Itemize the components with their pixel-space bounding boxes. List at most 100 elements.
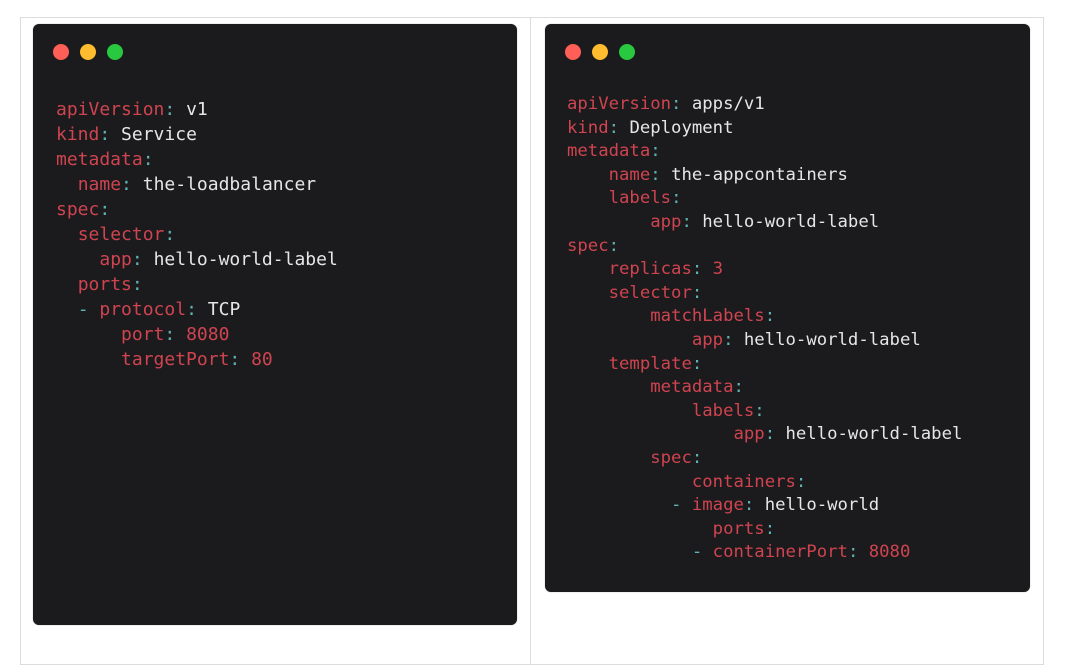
colon: : bbox=[671, 188, 682, 209]
yaml-value: hello-world-label bbox=[785, 424, 963, 445]
colon: : bbox=[764, 306, 776, 327]
maximize-dot-icon bbox=[619, 44, 635, 60]
colon: : bbox=[723, 329, 734, 350]
yaml-key: ports bbox=[712, 518, 765, 539]
code-line: apiVersion: v1 bbox=[56, 97, 338, 122]
close-dot-icon bbox=[565, 44, 581, 60]
yaml-key: name bbox=[608, 164, 651, 185]
close-dot-icon bbox=[53, 44, 69, 60]
service-yaml-code: apiVersion: v1 kind: Service metadata: nam… bbox=[56, 97, 338, 372]
yaml-key: apiVersion bbox=[56, 99, 165, 120]
code-line: replicas: 3 bbox=[567, 258, 962, 282]
colon: : bbox=[671, 94, 682, 114]
yaml-value: Deployment bbox=[629, 117, 734, 138]
code-line: labels: bbox=[567, 187, 962, 211]
code-line: app: hello-world-label bbox=[567, 423, 962, 447]
yaml-key: selector bbox=[608, 282, 692, 303]
code-line: port: 8080 bbox=[56, 322, 338, 347]
yaml-value: hello-world bbox=[764, 495, 880, 516]
code-line: metadata: bbox=[567, 376, 962, 400]
window-controls bbox=[53, 44, 123, 60]
code-line: metadata: bbox=[567, 140, 962, 164]
yaml-key: containerPort bbox=[712, 542, 848, 563]
deployment-yaml-code: apiVersion: apps/v1 kind: Deployment metad… bbox=[567, 93, 962, 565]
window-controls bbox=[565, 44, 635, 60]
colon: : bbox=[608, 235, 620, 256]
yaml-key: app bbox=[650, 211, 682, 232]
yaml-value: hello-world-label bbox=[702, 211, 880, 232]
colon: : bbox=[164, 324, 176, 345]
yaml-key: kind bbox=[567, 117, 609, 138]
list-dash: - bbox=[77, 299, 100, 320]
yaml-value: the-loadbalancer bbox=[142, 174, 317, 195]
colon: : bbox=[131, 249, 143, 270]
colon: : bbox=[121, 174, 132, 195]
yaml-key: spec bbox=[567, 235, 609, 256]
minimize-dot-icon bbox=[80, 44, 96, 60]
yaml-key: matchLabels bbox=[650, 306, 765, 327]
code-line: kind: Deployment bbox=[567, 117, 962, 141]
code-line: - protocol: TCP bbox=[56, 297, 338, 322]
code-line: targetPort: 80 bbox=[56, 347, 338, 372]
code-line: selector: bbox=[56, 222, 338, 247]
code-line: name: the-appcontainers bbox=[567, 164, 962, 188]
colon: : bbox=[691, 282, 703, 303]
colon: : bbox=[733, 377, 744, 398]
colon: : bbox=[229, 349, 241, 370]
yaml-value: the-appcontainers bbox=[671, 164, 848, 185]
code-line: app: hello-world-label bbox=[567, 211, 962, 235]
maximize-dot-icon bbox=[107, 44, 123, 60]
yaml-value: TCP bbox=[207, 299, 241, 320]
yaml-key: targetPort bbox=[121, 349, 230, 370]
code-line: app: hello-world-label bbox=[56, 247, 338, 272]
yaml-key: template bbox=[608, 353, 692, 374]
yaml-key: metadata bbox=[567, 141, 651, 162]
code-line: selector: bbox=[567, 282, 962, 306]
colon: : bbox=[164, 99, 176, 120]
yaml-key: image bbox=[691, 495, 744, 516]
colon: : bbox=[743, 495, 755, 516]
colon: : bbox=[691, 447, 703, 468]
yaml-key: spec bbox=[650, 447, 692, 468]
yaml-key: spec bbox=[56, 199, 100, 220]
code-line: metadata: bbox=[56, 147, 338, 172]
code-line: spec: bbox=[56, 197, 338, 222]
colon: : bbox=[681, 211, 692, 232]
yaml-key: selector bbox=[77, 224, 165, 245]
yaml-key: labels bbox=[691, 400, 755, 421]
yaml-value: apps/v1 bbox=[691, 94, 765, 114]
code-line: matchLabels: bbox=[567, 305, 962, 329]
colon: : bbox=[608, 117, 620, 138]
yaml-value: 80 bbox=[251, 349, 273, 370]
yaml-key: containers bbox=[691, 471, 796, 492]
yaml-value: 8080 bbox=[868, 542, 911, 563]
code-line: - image: hello-world bbox=[567, 494, 962, 518]
yaml-key: ports bbox=[77, 274, 132, 295]
code-line: - containerPort: 8080 bbox=[567, 541, 962, 565]
yaml-key: app bbox=[733, 424, 765, 445]
yaml-key: metadata bbox=[56, 149, 143, 170]
yaml-key: name bbox=[77, 174, 122, 195]
code-line: spec: bbox=[567, 447, 962, 471]
colon: : bbox=[764, 424, 776, 445]
yaml-value: hello-world-label bbox=[153, 249, 338, 270]
yaml-value: Service bbox=[121, 124, 197, 145]
code-line: labels: bbox=[567, 400, 962, 424]
yaml-value: v1 bbox=[186, 99, 208, 120]
colon: : bbox=[99, 199, 111, 220]
yaml-value: 8080 bbox=[186, 324, 230, 345]
yaml-value: 3 bbox=[712, 259, 724, 280]
code-line: kind: Service bbox=[56, 122, 338, 147]
yaml-key: app bbox=[691, 329, 724, 350]
code-line: name: the-loadbalancer bbox=[56, 172, 338, 197]
colon: : bbox=[99, 124, 111, 145]
deployment-code-window: apiVersion: apps/v1 kind: Deployment metad… bbox=[545, 24, 1030, 592]
column-divider bbox=[530, 17, 531, 665]
code-line: template: bbox=[567, 353, 962, 377]
colon: : bbox=[186, 299, 197, 320]
yaml-key: metadata bbox=[650, 377, 734, 398]
code-line: app: hello-world-label bbox=[567, 329, 962, 353]
yaml-key: protocol bbox=[99, 299, 187, 320]
colon: : bbox=[131, 274, 143, 295]
code-line: spec: bbox=[567, 235, 962, 259]
